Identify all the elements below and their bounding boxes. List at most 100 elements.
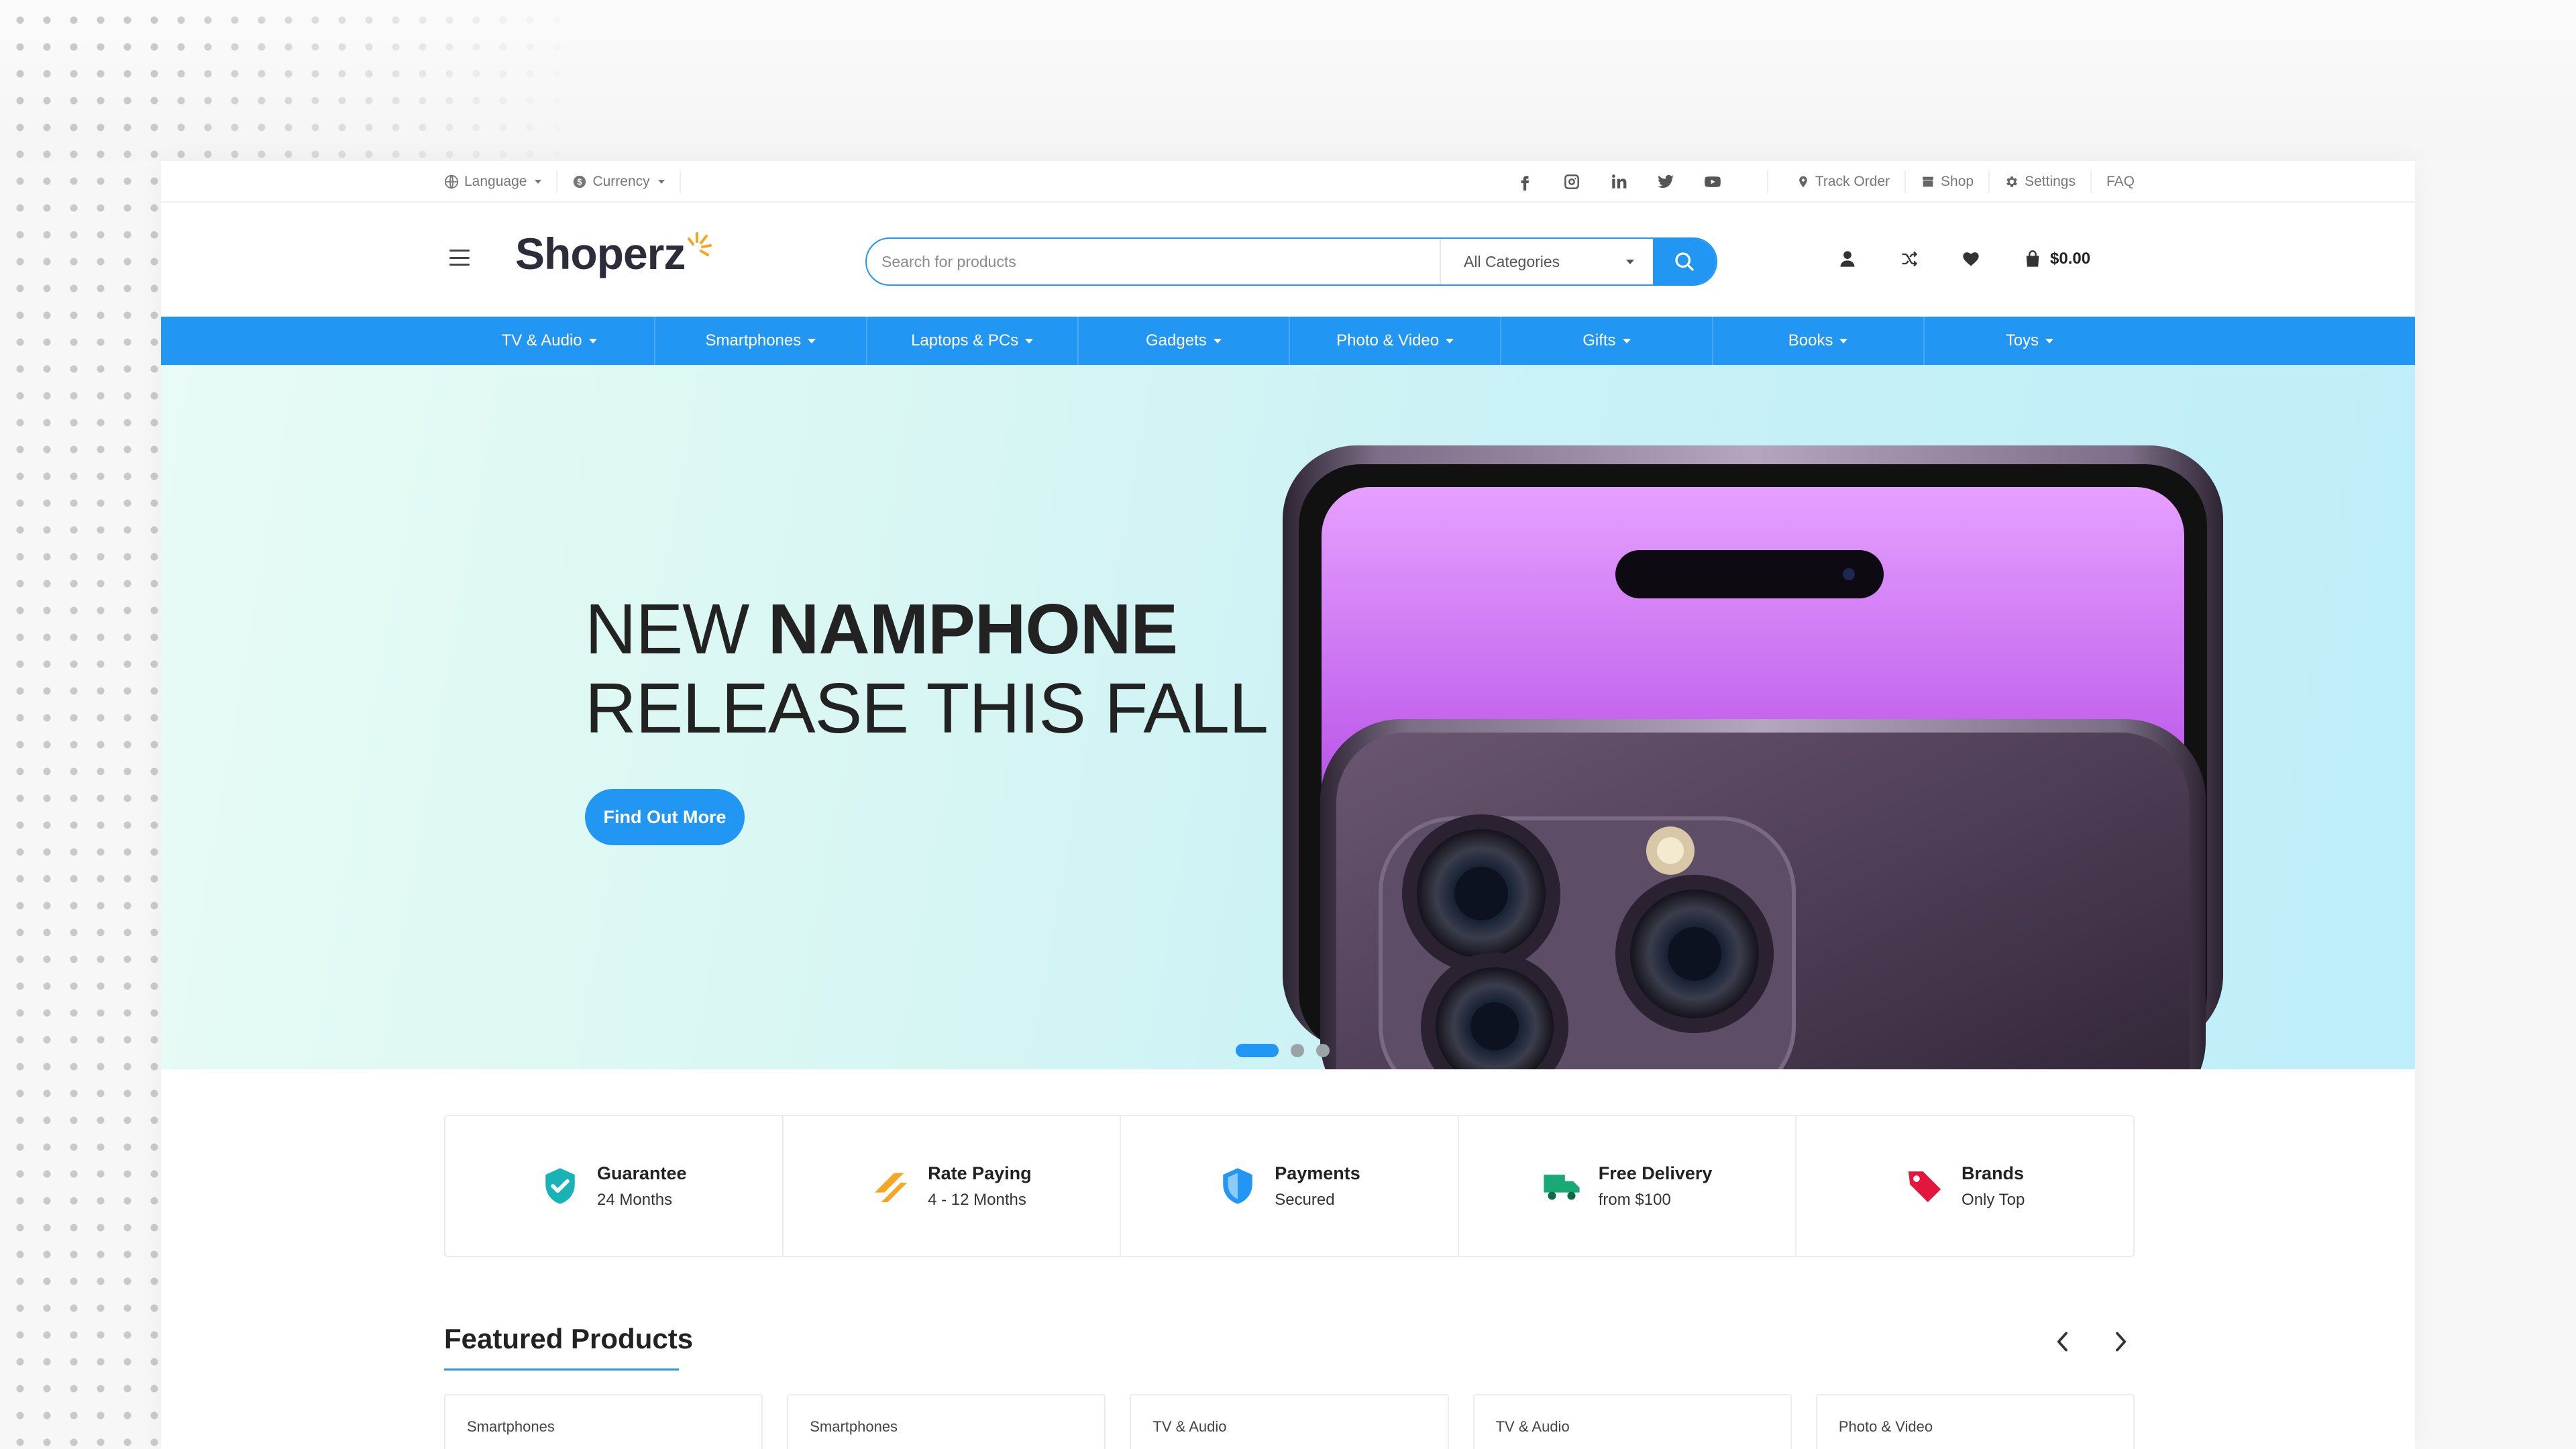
logo-text: Shoperz [515, 229, 686, 278]
chevron-down-icon [2045, 338, 2054, 343]
track-order-link[interactable]: Track Order [1796, 174, 1890, 190]
product-category: TV & Audio [1152, 1418, 1227, 1435]
feature-free-delivery: Free Delivery from $100 [1457, 1116, 1796, 1256]
language-selector[interactable]: Language [444, 174, 542, 190]
chevron-left-icon[interactable] [2053, 1328, 2073, 1355]
feature-brands: Brands Only Top [1795, 1116, 2133, 1256]
chevron-down-icon [1213, 338, 1222, 343]
product-card[interactable]: Photo & Video [1815, 1394, 2135, 1449]
user-icon[interactable] [1838, 250, 1857, 268]
divider [2090, 170, 2092, 193]
chevron-down-icon [808, 338, 816, 343]
search-bar: All Categories [865, 237, 1717, 286]
linkedin-icon[interactable] [1610, 173, 1627, 191]
gear-icon [2006, 176, 2017, 187]
top-utility-bar: Language $ Currency Track Order Shop Set… [161, 161, 2415, 203]
category-select[interactable]: All Categories [1440, 239, 1653, 284]
heart-icon[interactable] [1962, 250, 1980, 268]
nav-item-laptops[interactable]: Laptops & PCs [865, 317, 1077, 365]
currency-label: Currency [592, 174, 650, 189]
product-category: Smartphones [810, 1418, 898, 1435]
twitter-icon[interactable] [1657, 173, 1674, 191]
slide-dot-3[interactable] [1316, 1044, 1330, 1057]
phone-image [1283, 445, 2223, 1069]
currency-selector[interactable]: $ Currency [572, 174, 665, 190]
product-card[interactable]: Smartphones [444, 1394, 763, 1449]
slider-pagination [1236, 1044, 1330, 1057]
product-card[interactable]: TV & Audio [1130, 1394, 1449, 1449]
search-button[interactable] [1653, 239, 1716, 284]
slide-dot-1[interactable] [1236, 1044, 1279, 1057]
chevron-down-icon [535, 180, 542, 184]
faq-link[interactable]: FAQ [2106, 174, 2135, 190]
chevron-down-icon [657, 180, 665, 184]
chevron-down-icon [1626, 259, 1634, 264]
chevron-right-icon[interactable] [2110, 1328, 2131, 1355]
nav-item-photo-video[interactable]: Photo & Video [1289, 317, 1500, 365]
product-card[interactable]: Smartphones [787, 1394, 1106, 1449]
features-strip: Guarantee 24 Months Rate Paying 4 - 12 Mon… [444, 1115, 2135, 1257]
chevron-down-icon [1622, 338, 1631, 343]
search-input[interactable] [867, 239, 1440, 284]
feature-payments: Payments Secured [1120, 1116, 1458, 1256]
logo[interactable]: Shoperz [515, 228, 713, 279]
product-cards: Smartphones Smartphones TV & Audio TV & … [444, 1394, 2135, 1449]
shop-label: Shop [1941, 174, 1974, 189]
shopping-bag-icon [2026, 250, 2039, 267]
website-frame: Language $ Currency Track Order Shop Set… [161, 161, 2415, 1449]
section-title: Featured Products [444, 1323, 694, 1354]
hero-headline: NEW NAMPHONE RELEASE THIS FALL [585, 590, 1269, 748]
slide-dot-2[interactable] [1291, 1044, 1304, 1057]
shop-link[interactable]: Shop [1921, 174, 1974, 190]
chevron-down-icon [1839, 338, 1848, 343]
social-links [1516, 173, 1721, 191]
hero-banner: NEW NAMPHONE RELEASE THIS FALL Find Out … [161, 365, 2415, 1069]
nav-item-smartphones[interactable]: Smartphones [654, 317, 865, 365]
product-category: Photo & Video [1838, 1418, 1933, 1435]
category-nav: TV & Audio Smartphones Laptops & PCs Gad… [161, 317, 2415, 365]
category-label: All Categories [1464, 252, 1560, 270]
sunburst-icon [688, 232, 712, 256]
cart-total: $0.00 [2050, 250, 2091, 268]
chevron-down-icon [1025, 338, 1034, 343]
site-header: Shoperz All Categories [161, 203, 2415, 317]
facebook-icon[interactable] [1516, 173, 1534, 191]
cart-button[interactable]: $0.00 [2023, 250, 2090, 268]
nav-item-toys[interactable]: Toys [1923, 317, 2135, 365]
youtube-icon[interactable] [1704, 173, 1721, 191]
map-pin-icon [1799, 176, 1807, 188]
feature-rate-paying: Rate Paying 4 - 12 Months [782, 1116, 1120, 1256]
settings-label: Settings [2025, 174, 2076, 189]
divider [679, 170, 681, 193]
find-out-more-button[interactable]: Find Out More [585, 789, 745, 845]
nav-item-gifts[interactable]: Gifts [1500, 317, 1711, 365]
store-icon [1922, 176, 1934, 187]
nav-item-tv-audio[interactable]: TV & Audio [444, 317, 654, 365]
settings-link[interactable]: Settings [2004, 174, 2076, 190]
product-category: TV & Audio [1495, 1418, 1570, 1435]
shield-icon [1223, 1168, 1252, 1204]
search-icon [1675, 252, 1694, 271]
divider [1766, 170, 1768, 193]
svg-text:$: $ [578, 177, 582, 187]
instagram-icon[interactable] [1563, 173, 1580, 191]
divider [556, 170, 558, 193]
carousel-arrows [2053, 1328, 2131, 1355]
nav-item-books[interactable]: Books [1711, 317, 1923, 365]
tag-icon [1908, 1171, 1941, 1203]
product-category: Smartphones [467, 1418, 555, 1435]
truck-icon [1544, 1175, 1580, 1200]
faq-label: FAQ [2106, 174, 2135, 189]
menu-icon[interactable] [449, 250, 470, 266]
shield-check-icon [545, 1168, 575, 1204]
compare-icon[interactable] [1900, 250, 1919, 268]
feature-guarantee: Guarantee 24 Months [445, 1116, 782, 1256]
chevron-down-icon [588, 338, 597, 343]
nav-item-gadgets[interactable]: Gadgets [1077, 317, 1289, 365]
stripes-icon [874, 1173, 908, 1203]
product-card[interactable]: TV & Audio [1472, 1394, 1792, 1449]
section-title-underline [444, 1368, 679, 1371]
divider [1988, 170, 1990, 193]
divider [1904, 170, 1907, 193]
track-order-label: Track Order [1815, 174, 1890, 189]
